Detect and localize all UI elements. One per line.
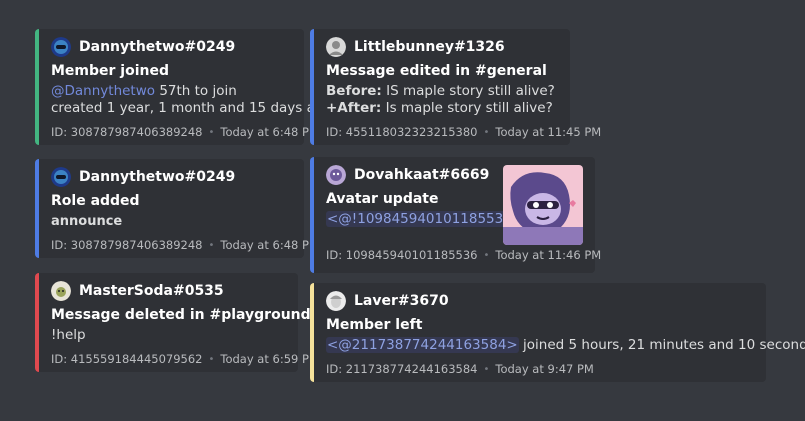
footer-timestamp: Today at 6:48 PM <box>220 125 319 139</box>
embed-message-edited: Littlebunney#1326 Message edited in #gen… <box>310 29 601 145</box>
embed-title: Member joined <box>51 63 170 79</box>
embed-member-joined: Dannythetwo#0249 Member joined @Dannythe… <box>35 29 332 145</box>
separator-dot: • <box>483 249 490 261</box>
after-text: Is maple story still alive? <box>381 100 553 116</box>
role-name: announce <box>51 214 123 229</box>
embed-footer: ID: 211738774244163584 • Today at 9:47 PM <box>326 362 754 376</box>
after-label: +After: <box>326 100 382 116</box>
embed-author: Dannythetwo#0249 <box>51 37 292 57</box>
footer-id: ID: 415559184445079562 <box>51 352 203 366</box>
footer-timestamp: Today at 6:48 PM <box>220 238 319 252</box>
deleted-content: !help <box>51 327 86 343</box>
separator-dot: • <box>208 126 215 138</box>
author-name[interactable]: Dannythetwo#0249 <box>79 39 235 55</box>
embed-description: @Dannythetwo 57th to join created 1 year… <box>51 83 332 117</box>
footer-timestamp: Today at 11:46 PM <box>495 248 602 262</box>
avatar[interactable] <box>51 167 71 187</box>
user-mention[interactable]: @Dannythetwo <box>51 83 155 99</box>
embed-footer: ID: 415559184445079562 • Today at 6:59 PM <box>51 352 319 366</box>
author-name[interactable]: Dannythetwo#0249 <box>79 169 235 185</box>
footer-id: ID: 109845940101185536 <box>326 248 478 262</box>
footer-timestamp: Today at 11:45 PM <box>495 125 602 139</box>
separator-dot: • <box>208 353 215 365</box>
new-avatar-thumbnail[interactable] <box>503 165 583 245</box>
author-name[interactable]: Littlebunney#1326 <box>354 39 505 55</box>
embed-description: <@211738774244163584> joined 5 hours, 21… <box>326 337 805 354</box>
separator-dot: • <box>483 126 490 138</box>
embed-title: Message edited in #general <box>326 63 547 79</box>
author-name[interactable]: Dovahkaat#6669 <box>354 167 489 183</box>
footer-id: ID: 308787987406389248 <box>51 238 203 252</box>
avatar[interactable] <box>51 281 71 301</box>
embed-footer: ID: 455118032323215380 • Today at 11:45 PM <box>326 125 601 139</box>
separator-dot: • <box>208 239 215 251</box>
footer-id: ID: 211738774244163584 <box>326 362 478 376</box>
embed-footer: ID: 109845940101185536 • Today at 11:46 PM <box>326 248 601 262</box>
author-name[interactable]: MasterSoda#0535 <box>79 283 224 299</box>
user-mention[interactable]: <@!109845940101185536> <box>326 211 525 227</box>
avatar[interactable] <box>326 291 346 311</box>
embed-role-added: Dannythetwo#0249 Role added announce ID:… <box>35 159 319 258</box>
embed-author: Laver#3670 <box>326 291 754 311</box>
before-text: IS maple story still alive? <box>381 83 555 99</box>
embed-author: MasterSoda#0535 <box>51 281 286 301</box>
embed-author: Dannythetwo#0249 <box>51 167 292 187</box>
footer-id: ID: 455118032323215380 <box>326 125 478 139</box>
author-name[interactable]: Laver#3670 <box>354 293 449 309</box>
embed-footer: ID: 308787987406389248 • Today at 6:48 PM <box>51 125 319 139</box>
join-position: 57th to join <box>155 83 237 99</box>
embed-member-left: Laver#3670 Member left <@211738774244163… <box>310 283 805 382</box>
account-age: created 1 year, 1 month and 15 days ago <box>51 100 332 116</box>
embed-description: Before: IS maple story still alive? +Aft… <box>326 83 558 117</box>
embed-footer: ID: 308787987406389248 • Today at 6:48 PM <box>51 238 319 252</box>
footer-id: ID: 308787987406389248 <box>51 125 203 139</box>
avatar[interactable] <box>326 37 346 57</box>
embed-author: Littlebunney#1326 <box>326 37 558 57</box>
user-mention[interactable]: <@211738774244163584> <box>326 337 519 353</box>
before-label: Before: <box>326 83 382 99</box>
separator-dot: • <box>483 363 490 375</box>
footer-timestamp: Today at 6:59 PM <box>220 352 319 366</box>
embed-title: Message deleted in #playground <box>51 307 311 323</box>
embed-message-deleted: MasterSoda#0535 Message deleted in #play… <box>35 273 319 372</box>
membership-duration: joined 5 hours, 21 minutes and 10 second… <box>523 337 805 353</box>
embed-avatar-update: Dovahkaat#6669 Avatar update <@!10984594… <box>310 157 601 273</box>
avatar[interactable] <box>51 37 71 57</box>
avatar[interactable] <box>326 165 346 185</box>
embed-title: Role added <box>51 193 140 209</box>
footer-timestamp: Today at 9:47 PM <box>495 362 594 376</box>
embed-title: Member left <box>326 317 423 333</box>
